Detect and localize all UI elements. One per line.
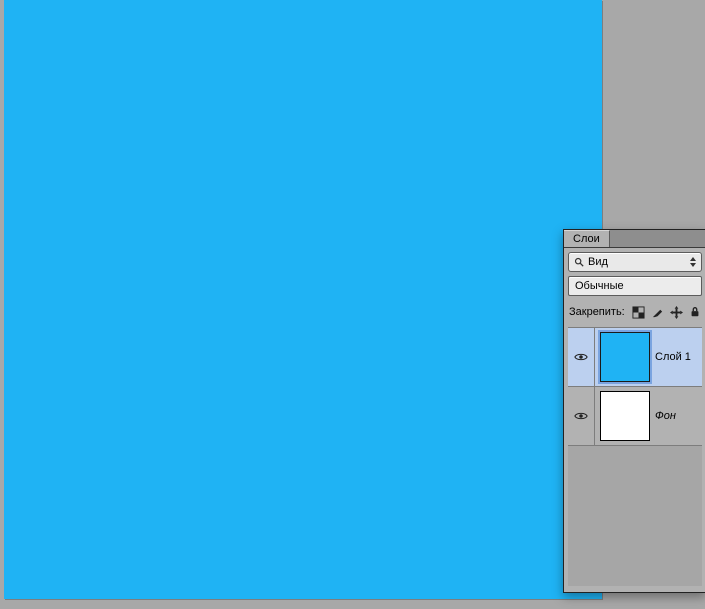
lock-icon: [689, 306, 701, 318]
move-arrows-icon: [670, 306, 683, 319]
layers-panel-body: Вид Обычные Закрепить:: [564, 248, 705, 592]
document-canvas[interactable]: [4, 0, 602, 599]
search-icon: [574, 257, 584, 267]
layer-thumbnail[interactable]: [601, 333, 649, 381]
eye-icon: [574, 352, 588, 362]
lock-position-button[interactable]: [669, 303, 684, 321]
layers-panel: Слои Вид: [563, 229, 705, 593]
layer-row[interactable]: Слой 1: [568, 328, 702, 387]
lock-all-button[interactable]: [688, 303, 702, 321]
stepper-arrows-icon: [688, 256, 698, 268]
layer-filter-row: Вид: [568, 252, 702, 272]
layer-filter-kind-select[interactable]: Вид: [568, 252, 702, 272]
layers-tab[interactable]: Слои: [564, 230, 610, 247]
layer-filter-kind-label: Вид: [588, 256, 688, 268]
lock-pixels-icon: [632, 306, 645, 319]
brush-icon: [651, 306, 664, 319]
eye-icon: [574, 411, 588, 421]
lock-label: Закрепить:: [569, 306, 625, 318]
layers-list-empty-area: [568, 446, 702, 586]
layer-thumbnail[interactable]: [601, 392, 649, 440]
lock-brush-button[interactable]: [650, 303, 665, 321]
workspace-background: Слои Вид: [0, 0, 705, 609]
layer-row[interactable]: Фон: [568, 387, 702, 446]
layer-name-label[interactable]: Слой 1: [655, 351, 702, 363]
layers-tab-label: Слои: [573, 233, 600, 245]
panel-tab-strip: Слои: [564, 230, 705, 248]
layer-visibility-toggle[interactable]: [568, 328, 595, 386]
blend-mode-row: Обычные: [568, 276, 702, 296]
lock-pixels-button[interactable]: [631, 303, 646, 321]
layers-list: Слой 1 Фон: [568, 327, 702, 586]
layer-visibility-toggle[interactable]: [568, 387, 595, 445]
lock-row: Закрепить:: [568, 301, 702, 327]
blend-mode-select[interactable]: Обычные: [568, 276, 702, 296]
blend-mode-label: Обычные: [575, 280, 695, 292]
layer-name-label[interactable]: Фон: [655, 410, 702, 422]
